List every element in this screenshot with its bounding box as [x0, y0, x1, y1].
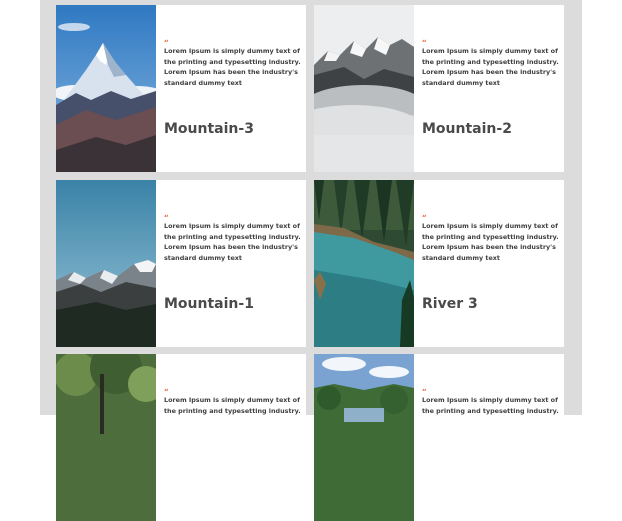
- card-river-3[interactable]: “ Lorem Ipsum is simply dummy text of th…: [314, 180, 564, 347]
- card-photo-forest-river: [314, 180, 414, 347]
- card-mountain-3[interactable]: “ Lorem Ipsum is simply dummy text of th…: [56, 5, 306, 172]
- card-forest[interactable]: “ Lorem Ipsum is simply dummy text of th…: [56, 354, 306, 521]
- card-photo-snowy-peak: [56, 5, 156, 172]
- cards-grid-panel: “ Lorem Ipsum is simply dummy text of th…: [40, 0, 582, 521]
- card-description: Lorem Ipsum is simply dummy text of the …: [164, 47, 301, 87]
- card-description: Lorem Ipsum is simply dummy text of the …: [164, 396, 301, 415]
- card-title[interactable]: Mountain-3: [164, 121, 254, 137]
- card-description: Lorem Ipsum is simply dummy text of the …: [164, 222, 301, 262]
- card-description: Lorem Ipsum is simply dummy text of the …: [422, 222, 559, 262]
- card-mountain-2[interactable]: “ Lorem Ipsum is simply dummy text of th…: [314, 5, 564, 172]
- card-mountain-1[interactable]: “ Lorem Ipsum is simply dummy text of th…: [56, 180, 306, 347]
- card-photo-forest-trees: [56, 354, 156, 521]
- card-title[interactable]: Mountain-1: [164, 296, 254, 312]
- card-photo-misty-mountain: [314, 5, 414, 172]
- card-description: Lorem Ipsum is simply dummy text of the …: [422, 47, 559, 87]
- card-title[interactable]: Mountain-2: [422, 121, 512, 137]
- card-river-landscape[interactable]: “ Lorem Ipsum is simply dummy text of th…: [314, 354, 564, 521]
- card-title[interactable]: River 3: [422, 296, 478, 312]
- card-photo-mountain-range: [56, 180, 156, 347]
- card-photo-river-landscape: [314, 354, 414, 521]
- card-description: Lorem Ipsum is simply dummy text of the …: [422, 396, 559, 415]
